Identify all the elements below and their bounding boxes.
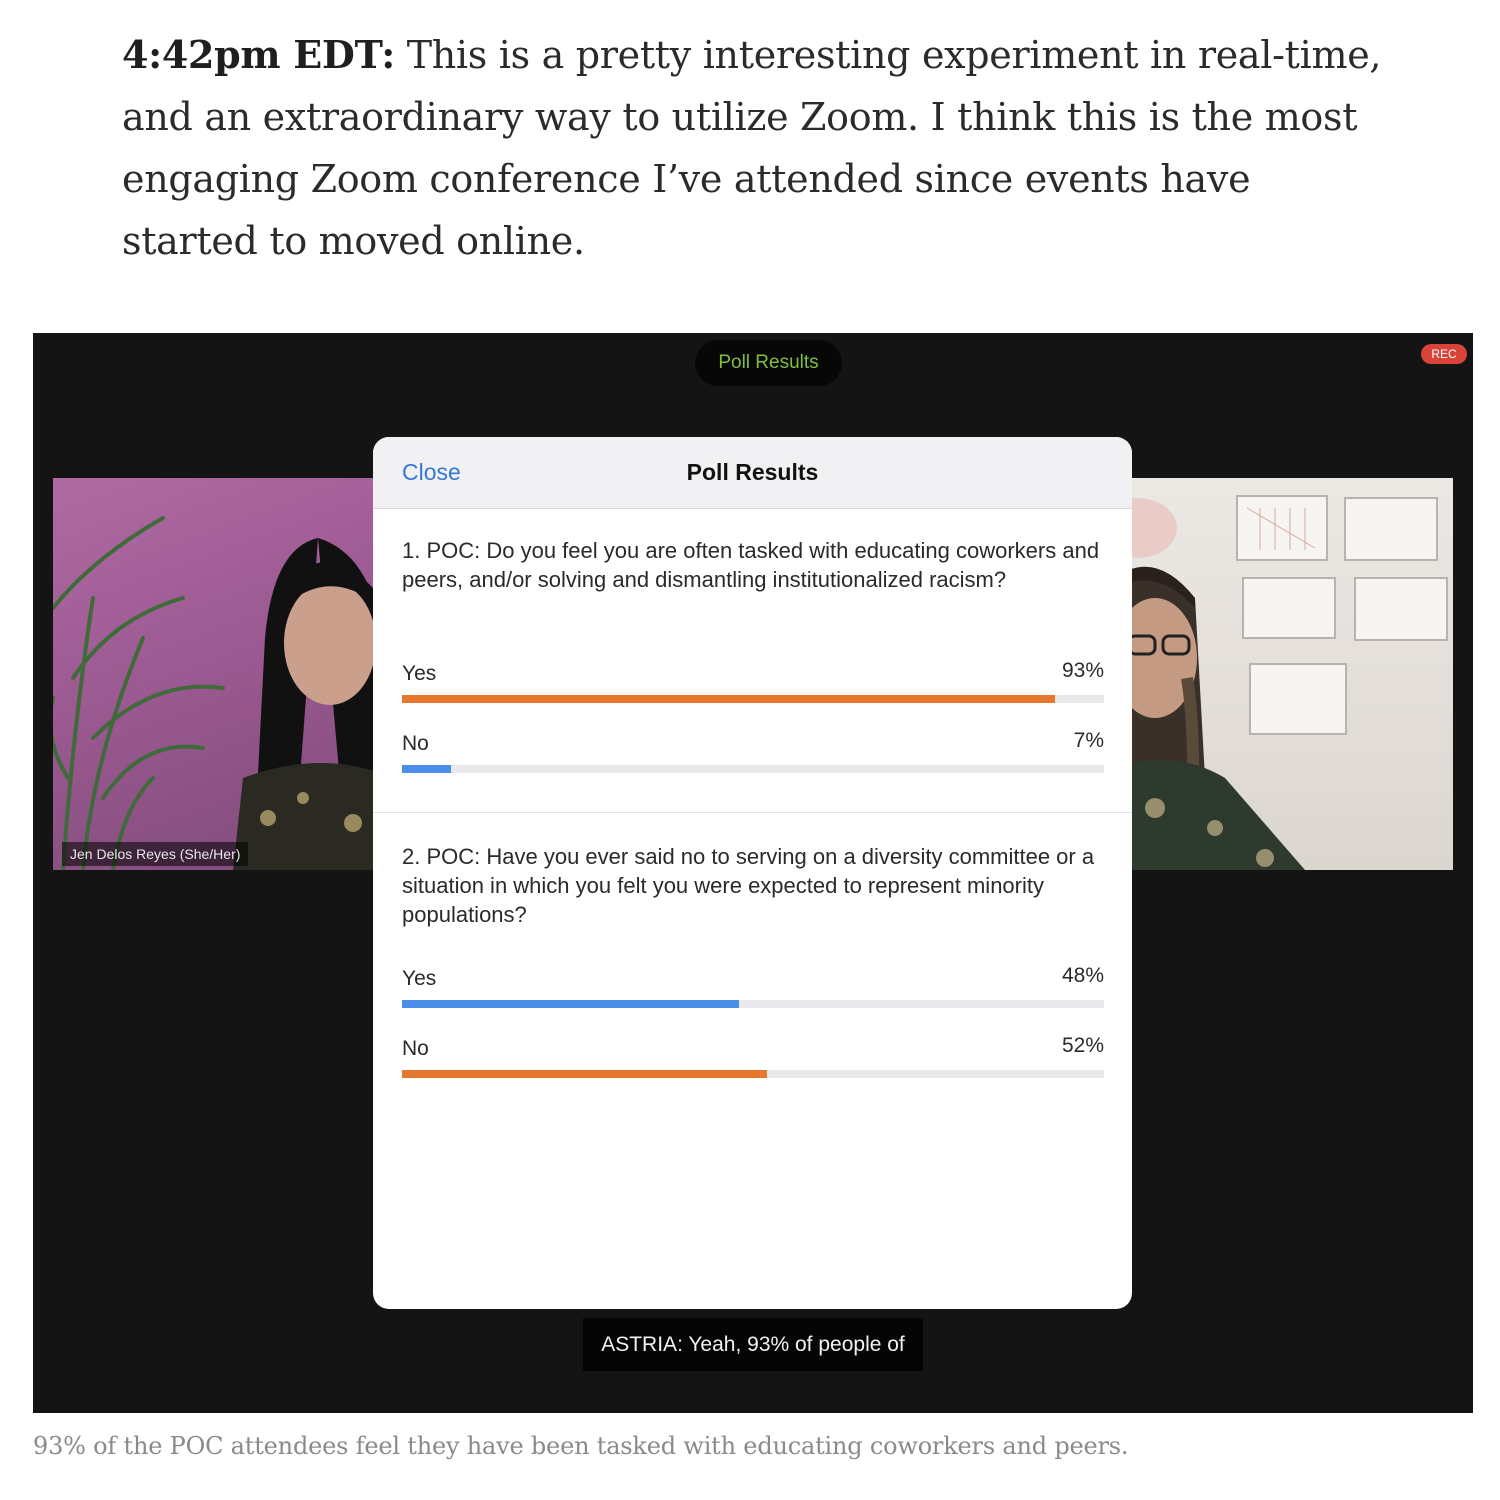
q1-option-yes-bar: [402, 695, 1104, 703]
poll-results-dialog: Close Poll Results 1. POC: Do you feel y…: [373, 437, 1132, 1309]
participant-left-image: [53, 516, 393, 870]
q2-option-yes-percent: 48%: [1061, 964, 1104, 987]
q2-option-yes-label: Yes: [402, 967, 437, 990]
q2-option-no-bar-fill: [402, 1070, 768, 1078]
q1-option-yes-percent: 93%: [1061, 659, 1104, 682]
poll-question-2: 2. POC: Have you ever said no to serving…: [402, 844, 1095, 927]
poll-results-indicator[interactable]: Poll Results: [695, 340, 842, 386]
q2-option-yes-bar: [402, 1000, 1104, 1008]
participant-video-left: [53, 478, 393, 870]
q2-option-yes-bar-fill: [402, 1000, 739, 1008]
participant-right-image: [1115, 495, 1448, 870]
article-timestamp: 4:42pm EDT:: [122, 32, 395, 77]
live-caption: ASTRIA: Yeah, 93% of people of: [583, 1318, 923, 1371]
dialog-header: Close Poll Results: [373, 437, 1132, 509]
q1-option-yes-bar-fill: [402, 695, 1055, 703]
q1-option-no-bar: [402, 765, 1104, 773]
recording-badge: REC: [1421, 344, 1467, 364]
q2-option-no-percent: 52%: [1061, 1034, 1104, 1057]
q1-option-yes-label: Yes: [402, 662, 437, 685]
article-paragraph: 4:42pm EDT: This is a pretty interesting…: [122, 24, 1382, 272]
poll-question-1: 1. POC: Do you feel you are often tasked…: [402, 538, 1100, 592]
q1-option-no-bar-fill: [402, 765, 452, 773]
participant-name-label: Jen Delos Reyes (She/Her): [62, 842, 249, 866]
participant-video-right: [1115, 478, 1453, 870]
dialog-title: Poll Results: [686, 459, 819, 485]
q2-option-no-label: No: [402, 1037, 429, 1060]
question-divider: [373, 812, 1132, 813]
q2-option-no-bar: [402, 1070, 1104, 1078]
q1-option-no-percent: 7%: [1073, 729, 1104, 752]
q1-option-no-label: No: [402, 732, 429, 755]
figure-caption: 93% of the POC attendees feel they have …: [33, 1432, 1129, 1460]
